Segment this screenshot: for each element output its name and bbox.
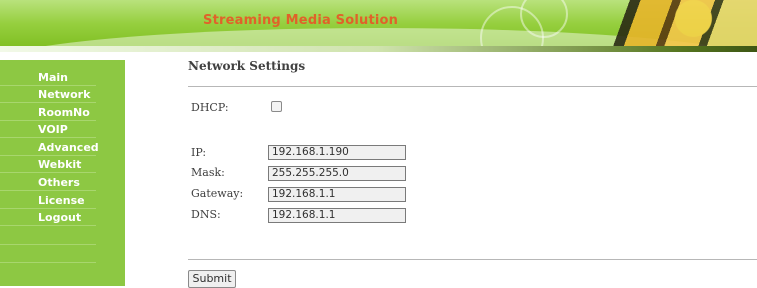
sidebar-item-others[interactable]: Others: [0, 174, 96, 191]
sidebar-nav: Main Network RoomNo VOIP Advanced Webkit…: [0, 52, 125, 286]
dhcp-label: DHCP:: [191, 101, 229, 114]
ip-field[interactable]: 192.168.1.190: [268, 145, 406, 160]
sidebar-item-webkit[interactable]: Webkit: [0, 156, 96, 173]
header-banner: Streaming Media Solution: [0, 0, 757, 52]
banner-graphic: [598, 0, 757, 46]
divider: [188, 259, 757, 260]
gateway-field[interactable]: 192.168.1.1: [268, 187, 406, 202]
sidebar-top-strip: [0, 52, 125, 60]
divider: [188, 86, 757, 87]
sidebar-divider: [0, 245, 96, 263]
mask-label: Mask:: [191, 166, 225, 179]
gateway-label: Gateway:: [191, 187, 244, 200]
sidebar-item-network[interactable]: Network: [0, 86, 96, 103]
sidebar-item-logout[interactable]: Logout: [0, 209, 96, 226]
sidebar-divider: [0, 227, 96, 245]
sidebar-item-advanced[interactable]: Advanced: [0, 139, 99, 156]
banner-title: Streaming Media Solution: [203, 13, 399, 28]
sidebar-item-roomno[interactable]: RoomNo: [0, 104, 96, 121]
dns-label: DNS:: [191, 208, 221, 221]
sidebar-item-voip[interactable]: VOIP: [0, 121, 96, 138]
submit-button[interactable]: Submit: [188, 270, 236, 288]
ip-label: IP:: [191, 146, 207, 159]
sidebar-item-license[interactable]: License: [0, 192, 96, 209]
mask-field[interactable]: 255.255.255.0: [268, 166, 406, 181]
sidebar-item-main[interactable]: Main: [0, 69, 96, 86]
page-title: Network Settings: [188, 59, 306, 73]
dns-field[interactable]: 192.168.1.1: [268, 208, 406, 223]
dhcp-checkbox[interactable]: [271, 101, 282, 112]
